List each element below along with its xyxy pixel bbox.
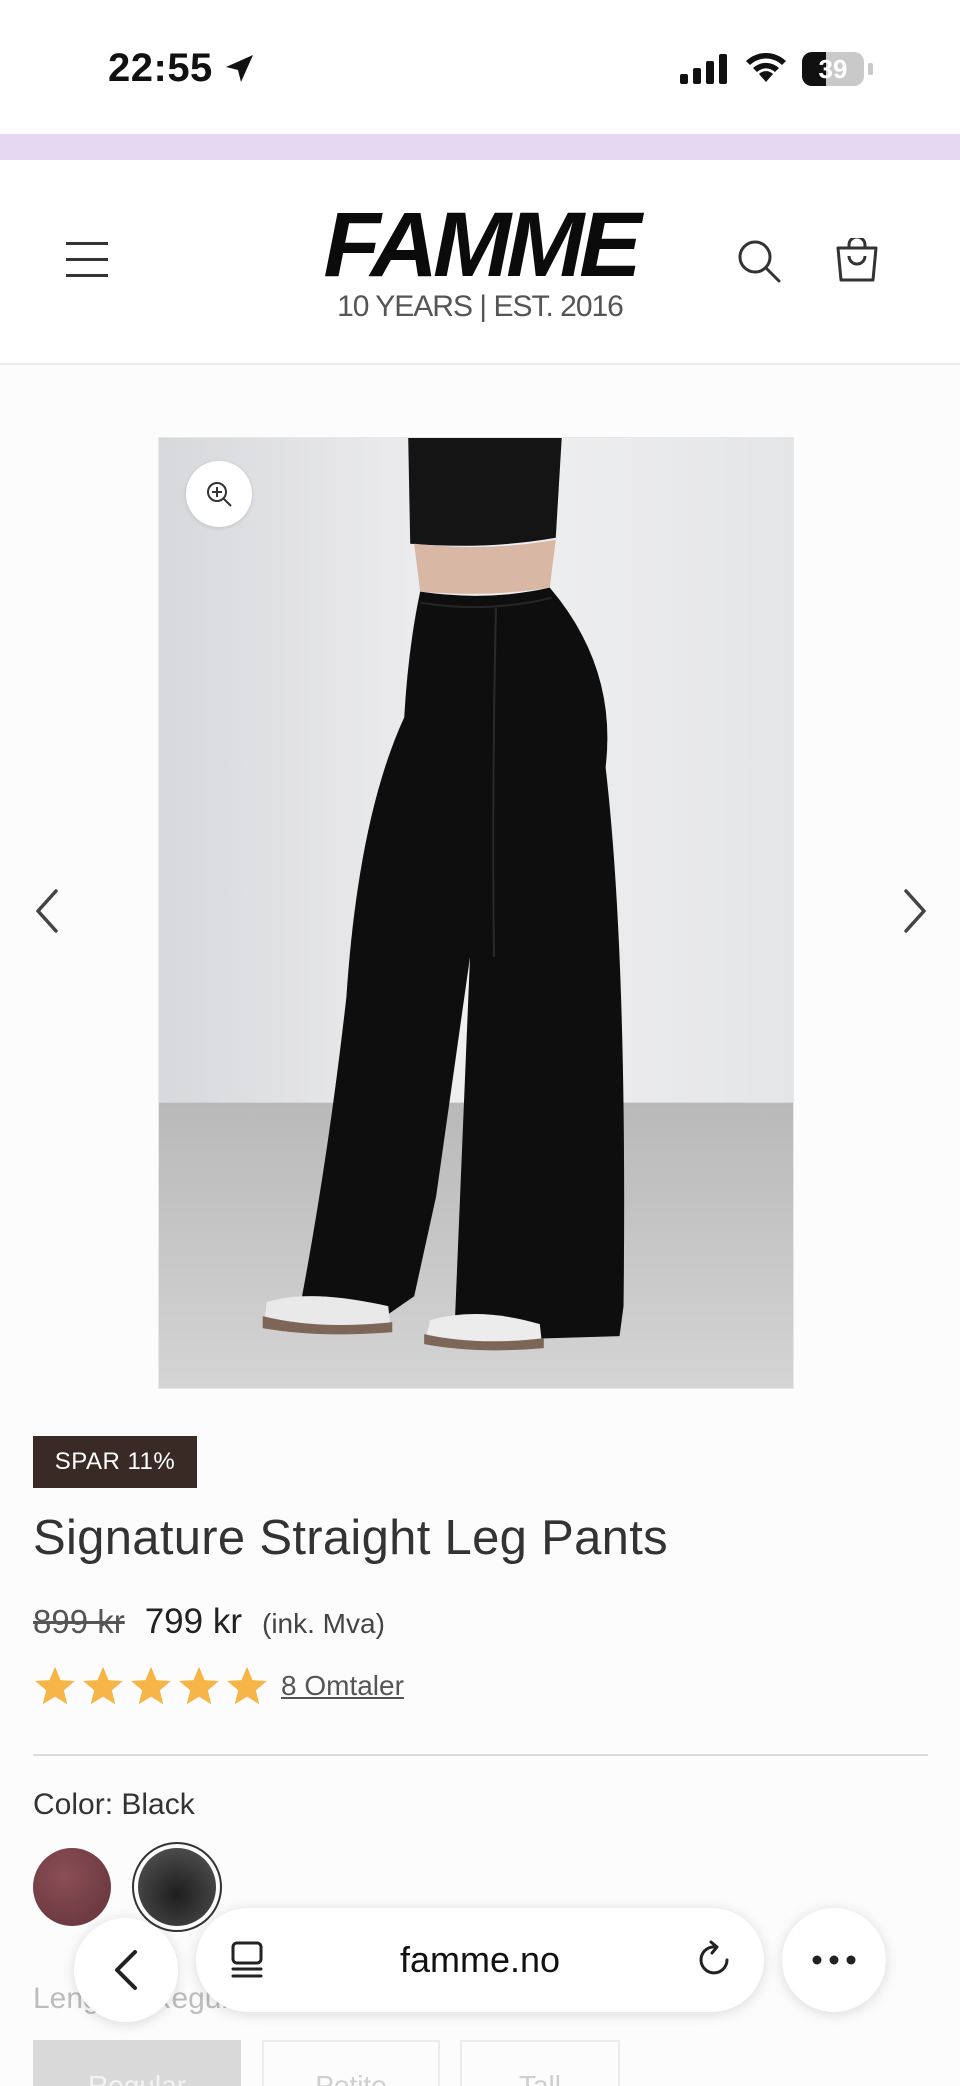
sale-badge: SPAR 11%: [33, 1436, 197, 1488]
length-option-regular[interactable]: Regular: [33, 2040, 241, 2086]
star-icon: [227, 1666, 267, 1705]
product-image[interactable]: [158, 437, 794, 1389]
menu-icon[interactable]: [66, 240, 110, 280]
length-option-petite[interactable]: Petite: [262, 2040, 440, 2086]
star-icon: [179, 1666, 219, 1705]
chevron-left-icon: [115, 1950, 137, 1990]
browser-back-button[interactable]: [74, 1918, 178, 2022]
more-options-button[interactable]: [782, 1908, 886, 2012]
logo-wordmark: FAMME: [323, 194, 641, 296]
promo-bar: [0, 134, 960, 160]
product-gallery: [0, 365, 960, 1395]
rating-row: 8 Omtaler: [33, 1664, 404, 1708]
cellular-signal-icon: [680, 54, 727, 84]
star-rating: [33, 1664, 269, 1708]
price-row: 899 kr 799 kr (ink. Mva): [33, 1602, 385, 1642]
length-option-label: Tall: [518, 2070, 561, 2086]
location-arrow-icon: [226, 55, 253, 82]
chevron-left-icon[interactable]: [30, 887, 66, 935]
site-header: FAMME 10 YEARS | EST. 2016: [0, 160, 960, 365]
status-bar: 22:55 39: [0, 0, 960, 134]
length-option-label: Petite: [315, 2070, 387, 2086]
reload-icon[interactable]: [694, 1940, 734, 1980]
vat-note: (ink. Mva): [262, 1608, 385, 1639]
zoom-button[interactable]: [186, 461, 252, 527]
more-dots-icon: [812, 1955, 856, 1965]
product-title: Signature Straight Leg Pants: [33, 1511, 668, 1565]
address-bar[interactable]: famme.no: [196, 1908, 764, 2012]
sale-price: 799 kr: [144, 1602, 242, 1641]
star-icon: [131, 1666, 171, 1705]
status-time: 22:55: [108, 46, 213, 90]
zoom-icon: [207, 482, 232, 507]
star-icon: [35, 1666, 75, 1705]
divider: [33, 1754, 928, 1756]
wifi-icon: [746, 53, 786, 82]
battery-percent: 39: [818, 54, 848, 84]
length-option-tall[interactable]: Tall: [460, 2040, 620, 2086]
search-icon[interactable]: [736, 238, 782, 284]
battery-cap: [868, 63, 873, 75]
battery-icon: 39: [802, 52, 864, 86]
color-label: Color: Black: [33, 1788, 195, 1821]
color-swatch-burgundy[interactable]: [33, 1848, 111, 1926]
length-option-label: Regular: [87, 2070, 187, 2086]
cart-icon[interactable]: [834, 238, 880, 284]
site-logo[interactable]: FAMME 10 YEARS | EST. 2016: [310, 199, 650, 324]
url-text: famme.no: [399, 1939, 561, 1980]
star-icon: [83, 1666, 123, 1705]
old-price: 899 kr: [33, 1603, 125, 1640]
reviews-link[interactable]: 8 Omtaler: [281, 1670, 404, 1702]
chevron-right-icon[interactable]: [896, 887, 932, 935]
